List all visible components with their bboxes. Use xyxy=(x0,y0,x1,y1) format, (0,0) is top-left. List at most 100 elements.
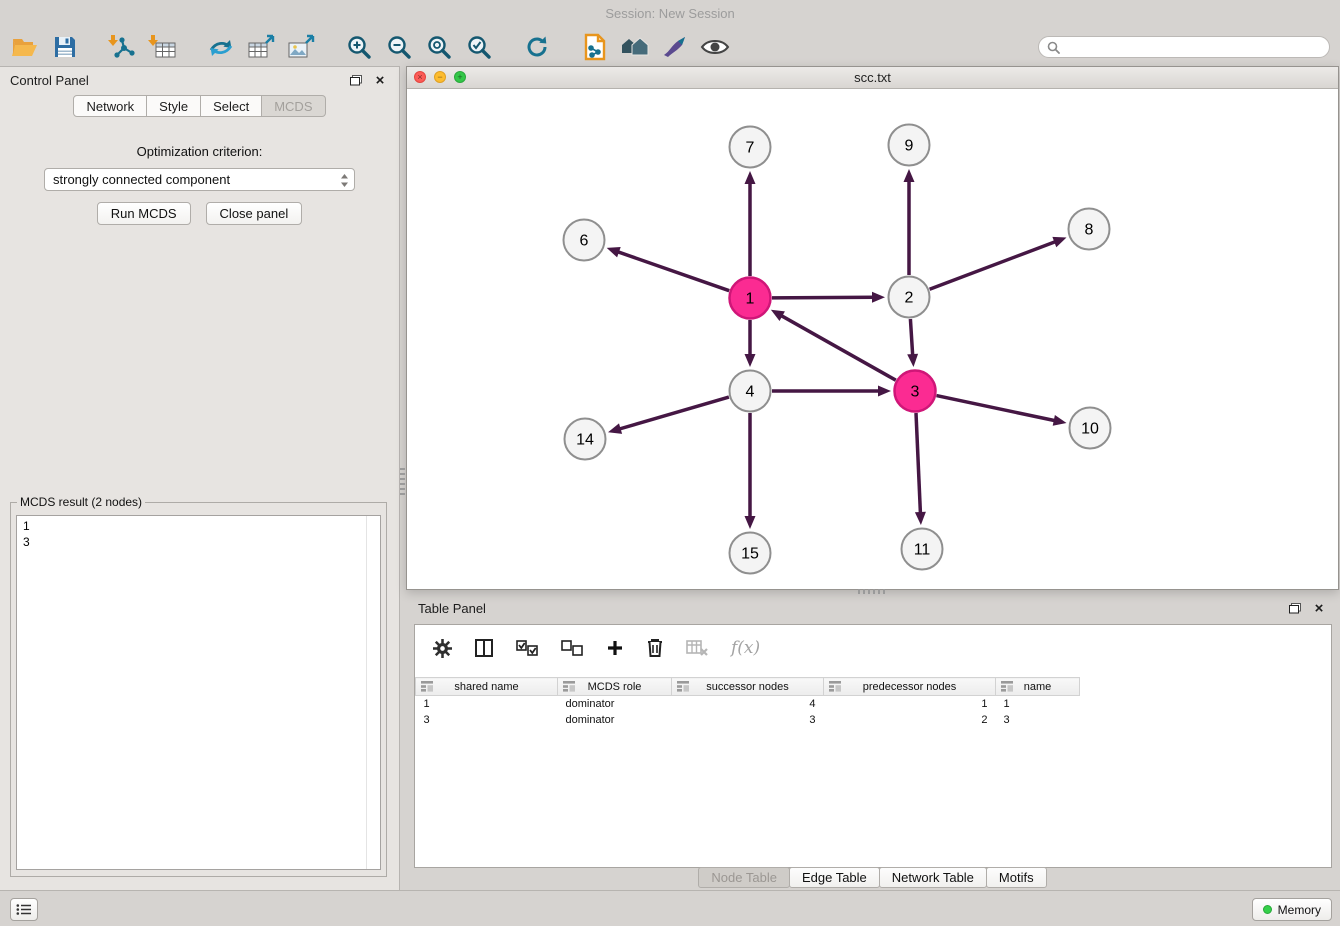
tab-network-table[interactable]: Network Table xyxy=(879,867,987,888)
graph-edge-4-3[interactable] xyxy=(772,386,891,397)
import-network-icon[interactable] xyxy=(106,32,140,62)
graph-node-8[interactable]: 8 xyxy=(1069,209,1110,250)
graph-node-6[interactable]: 6 xyxy=(564,220,605,261)
svg-text:14: 14 xyxy=(576,432,594,449)
mcds-result-list[interactable]: 13 xyxy=(16,515,381,870)
graph-node-1[interactable]: 1 xyxy=(730,278,771,319)
tab-motifs[interactable]: Motifs xyxy=(986,867,1047,888)
clipboard-network-icon[interactable] xyxy=(578,32,612,62)
graph-node-2[interactable]: 2 xyxy=(889,277,930,318)
select-all-icon[interactable] xyxy=(516,640,539,657)
graph-node-11[interactable]: 11 xyxy=(902,529,943,570)
graph-edge-1-6[interactable] xyxy=(607,247,730,291)
svg-text:11: 11 xyxy=(914,542,931,559)
graph-edge-4-14[interactable] xyxy=(608,397,729,434)
table-row[interactable]: 3dominator323 xyxy=(416,712,1080,728)
search-field[interactable] xyxy=(1038,36,1330,58)
maximize-window-icon[interactable]: + xyxy=(454,71,466,83)
graph-node-4[interactable]: 4 xyxy=(730,371,771,412)
close-table-panel-icon[interactable]: × xyxy=(1310,600,1328,616)
graph-node-10[interactable]: 10 xyxy=(1070,408,1111,449)
graph-node-7[interactable]: 7 xyxy=(730,127,771,168)
zoom-in-icon[interactable] xyxy=(342,32,376,62)
zoom-selected-icon[interactable] xyxy=(462,32,496,62)
close-panel-icon[interactable]: × xyxy=(371,72,389,88)
network-canvas[interactable]: 7 9 6 8 1 2 4 3 14 10 15 11 xyxy=(407,89,1338,589)
tab-style[interactable]: Style xyxy=(147,95,201,117)
tab-mcds[interactable]: MCDS xyxy=(262,95,325,117)
zoom-fit-icon[interactable] xyxy=(422,32,456,62)
node-table: shared nameMCDS rolesuccessor nodesprede… xyxy=(415,677,1080,728)
zoom-out-icon[interactable] xyxy=(382,32,416,62)
task-history-button[interactable] xyxy=(10,898,38,921)
network-arrows-icon[interactable] xyxy=(204,32,238,62)
table-tabs: Node TableEdge TableNetwork TableMotifs xyxy=(406,867,1340,888)
svg-text:4: 4 xyxy=(746,384,755,401)
table-panel: Table Panel × xyxy=(406,595,1340,890)
graph-edge-2-8[interactable] xyxy=(930,237,1067,289)
minimize-window-icon[interactable]: − xyxy=(434,71,446,83)
column-header-shared-name[interactable]: shared name xyxy=(416,678,558,696)
mcds-result-item[interactable]: 1 xyxy=(23,518,374,534)
tab-select[interactable]: Select xyxy=(201,95,262,117)
table-toolbar: f(x) xyxy=(415,625,1331,671)
table-row[interactable]: 1dominator411 xyxy=(416,696,1080,712)
graph-edge-3-10[interactable] xyxy=(937,396,1067,426)
column-header-mcds-role[interactable]: MCDS role xyxy=(558,678,672,696)
close-window-icon[interactable]: × xyxy=(414,71,426,83)
tab-network[interactable]: Network xyxy=(73,95,147,117)
graph-edge-1-4[interactable] xyxy=(745,320,756,367)
column-header-successor-nodes[interactable]: successor nodes xyxy=(672,678,824,696)
eye-icon[interactable] xyxy=(698,32,732,62)
optimization-dropdown[interactable]: strongly connected component xyxy=(44,168,355,191)
delete-table-icon[interactable] xyxy=(686,639,709,657)
graph-node-3[interactable]: 3 xyxy=(895,371,936,412)
function-builder-icon[interactable]: f(x) xyxy=(731,638,760,658)
export-table-icon[interactable] xyxy=(244,32,278,62)
table-panel-title: Table Panel xyxy=(418,601,486,616)
add-column-icon[interactable] xyxy=(606,639,624,657)
tab-node-table[interactable]: Node Table xyxy=(698,867,790,888)
trash-icon[interactable] xyxy=(646,638,664,658)
run-mcds-button[interactable]: Run MCDS xyxy=(97,202,191,225)
save-icon[interactable] xyxy=(48,32,82,62)
float-panel-icon[interactable] xyxy=(347,72,365,88)
mcds-result-item[interactable]: 3 xyxy=(23,534,374,550)
graph-edge-4-15[interactable] xyxy=(745,413,756,529)
column-header-predecessor-nodes[interactable]: predecessor nodes xyxy=(824,678,996,696)
memory-button[interactable]: Memory xyxy=(1252,898,1332,921)
tab-edge-table[interactable]: Edge Table xyxy=(789,867,880,888)
style-icon[interactable] xyxy=(658,32,692,62)
scrollbar-track[interactable] xyxy=(366,516,367,869)
open-folder-icon[interactable] xyxy=(8,32,42,62)
network-window-titlebar[interactable]: × − + scc.txt xyxy=(407,67,1338,89)
export-image-icon[interactable] xyxy=(284,32,318,62)
main-toolbar xyxy=(0,28,1340,66)
network-window-title: scc.txt xyxy=(854,70,891,85)
home-icon[interactable] xyxy=(618,32,652,62)
columns-icon[interactable] xyxy=(474,638,494,658)
svg-text:1: 1 xyxy=(746,291,755,308)
graph-edge-2-3[interactable] xyxy=(907,319,918,367)
float-table-panel-icon[interactable] xyxy=(1286,600,1304,616)
graph-edge-2-9[interactable] xyxy=(904,169,915,275)
graph-node-15[interactable]: 15 xyxy=(730,533,771,574)
svg-text:7: 7 xyxy=(746,140,755,157)
deselect-all-icon[interactable] xyxy=(561,640,584,657)
refresh-icon[interactable] xyxy=(520,32,554,62)
graph-node-9[interactable]: 9 xyxy=(889,125,930,166)
window-title: Session: New Session xyxy=(605,6,734,21)
graph-edge-3-1[interactable] xyxy=(771,310,896,380)
close-panel-button[interactable]: Close panel xyxy=(206,202,303,225)
panel-splitter-vertical[interactable] xyxy=(400,468,405,496)
column-header-name[interactable]: name xyxy=(996,678,1080,696)
graph-node-14[interactable]: 14 xyxy=(565,419,606,460)
gear-icon[interactable] xyxy=(433,639,452,658)
panel-splitter-horizontal[interactable] xyxy=(858,589,886,594)
search-input[interactable] xyxy=(1065,39,1321,56)
graph-edge-1-2[interactable] xyxy=(772,292,885,303)
control-panel-header: Control Panel × xyxy=(0,67,399,93)
graph-edge-1-7[interactable] xyxy=(745,171,756,276)
import-table-icon[interactable] xyxy=(146,32,180,62)
graph-edge-3-11[interactable] xyxy=(915,413,926,525)
